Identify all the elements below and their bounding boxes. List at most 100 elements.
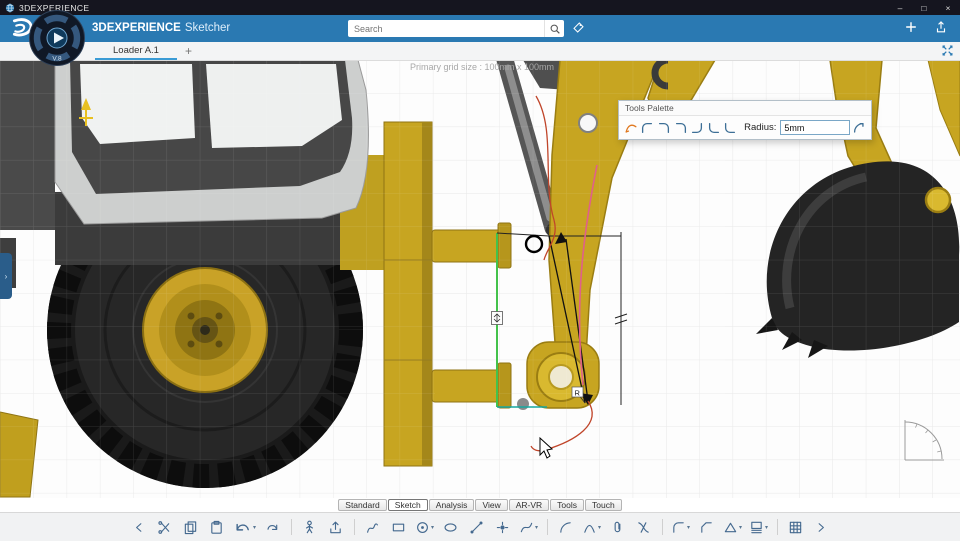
workbench-tabbar: Standard Sketch Analysis View AR-VR Tools Touc… (0, 498, 960, 512)
expand-button[interactable] (810, 516, 834, 538)
redo-button[interactable] (261, 516, 285, 538)
workbench-tab-sketch[interactable]: Sketch (387, 498, 428, 512)
plus-icon (906, 22, 916, 32)
ellipse-icon (443, 520, 458, 535)
grid-icon (788, 520, 803, 535)
tools-palette: Tools Palette Radius: (618, 100, 872, 140)
document-tabbar: Loader A.1 + (0, 42, 960, 61)
corner-trim-option-4-icon[interactable] (689, 119, 705, 136)
maximize-button[interactable]: □ (912, 0, 936, 15)
chamfer-button[interactable] (695, 516, 719, 538)
dropdown-caret-icon[interactable]: ▾ (253, 524, 256, 531)
rectangle-icon (391, 520, 406, 535)
sketch-arc-tool-icon[interactable] (623, 119, 639, 136)
trim-icon (636, 520, 651, 535)
tag-icon (573, 22, 584, 33)
dropdown-caret-icon[interactable]: ▾ (431, 524, 434, 531)
ellipse-button[interactable] (439, 516, 463, 538)
line-button[interactable] (465, 516, 489, 538)
corner-trim-option-6-icon[interactable] (723, 119, 739, 136)
dropdown-caret-icon[interactable]: ▾ (739, 524, 742, 531)
share-button[interactable] (934, 20, 948, 34)
tools-palette-title: Tools Palette (619, 101, 871, 116)
copy-button[interactable] (179, 516, 203, 538)
trim-button[interactable] (632, 516, 656, 538)
workbench-tab-touch[interactable]: Touch (585, 498, 622, 512)
manikin-button[interactable] (298, 516, 322, 538)
new-tab-button[interactable]: + (177, 42, 200, 60)
radius-input[interactable] (780, 120, 851, 135)
toolbar-separator (776, 519, 778, 535)
panel-collapse-handle[interactable]: › (0, 253, 12, 299)
radius-label: Radius: (744, 122, 777, 133)
collapse-button[interactable] (127, 516, 151, 538)
search-button[interactable] (544, 20, 564, 37)
workbench-tab-analysis[interactable]: Analysis (428, 498, 475, 512)
share-icon (936, 21, 946, 33)
close-button[interactable]: × (936, 0, 960, 15)
export-button[interactable] (324, 516, 348, 538)
workbench-tab-view[interactable]: View (475, 498, 508, 512)
conic-icon (582, 520, 597, 535)
attach-icon (610, 520, 625, 535)
layers-button[interactable]: ▾ (747, 516, 771, 538)
collapse-icon (131, 520, 146, 535)
layers-icon (749, 520, 764, 535)
grid-button[interactable] (784, 516, 808, 538)
attach-button[interactable] (606, 516, 630, 538)
fullscreen-button[interactable] (941, 44, 954, 60)
point-button[interactable] (491, 516, 515, 538)
add-content-button[interactable] (904, 20, 918, 34)
app-title: 3DEXPERIENCE Sketcher (92, 22, 230, 34)
product-name: Sketcher (184, 22, 231, 34)
triangle-icon (723, 520, 738, 535)
expand-arrows-icon (942, 45, 953, 56)
corner-trim-option-5-icon[interactable] (706, 119, 722, 136)
corner-trim-option-3-icon[interactable] (673, 119, 689, 136)
workbench-tab-tools[interactable]: Tools (550, 498, 585, 512)
tag-button[interactable] (572, 21, 585, 37)
corner-trim-option-1-icon[interactable] (640, 119, 656, 136)
cut-icon (157, 520, 172, 535)
dropdown-caret-icon[interactable]: ▾ (535, 524, 538, 531)
circle-button[interactable]: ▾ (413, 516, 437, 538)
search-input[interactable] (348, 23, 544, 34)
arc-button[interactable] (554, 516, 578, 538)
spline-button[interactable]: ▾ (517, 516, 541, 538)
circle-icon (415, 520, 430, 535)
dropdown-caret-icon[interactable]: ▾ (765, 524, 768, 531)
paste-button[interactable] (205, 516, 229, 538)
corner-icon (671, 520, 686, 535)
minimize-button[interactable]: – (888, 0, 912, 15)
profile-button[interactable] (361, 516, 385, 538)
workbench-tab-ar-vr[interactable]: AR-VR (508, 498, 550, 512)
auto-radius-icon[interactable] (851, 119, 867, 136)
brand-name: 3DEXPERIENCE (92, 22, 181, 34)
svg-text:R: R (575, 389, 581, 398)
redo-icon (265, 520, 280, 535)
profile-icon (365, 520, 380, 535)
dropdown-caret-icon[interactable]: ▾ (687, 524, 690, 531)
conic-button[interactable]: ▾ (580, 516, 604, 538)
spline-icon (519, 520, 534, 535)
image-grid-overlay (0, 60, 435, 498)
line-icon (469, 520, 484, 535)
arc-icon (558, 520, 573, 535)
compass-version: V.8 (52, 56, 62, 63)
3d-compass[interactable]: V.8 (28, 9, 86, 67)
manikin-icon (302, 520, 317, 535)
document-tab-loader[interactable]: Loader A.1 (95, 42, 177, 60)
toolbar-separator (290, 519, 292, 535)
rectangle-button[interactable] (387, 516, 411, 538)
undo-button[interactable]: ▾ (231, 516, 259, 538)
dropdown-caret-icon[interactable]: ▾ (598, 524, 601, 531)
sketch-viewport[interactable]: R Primary grid size : 100mm x 100mm › To… (0, 60, 960, 498)
triangle-button[interactable]: ▾ (721, 516, 745, 538)
search-bar (348, 20, 564, 37)
corner-button[interactable]: ▾ (669, 516, 693, 538)
undo-icon (233, 518, 252, 537)
corner-trim-option-2-icon[interactable] (656, 119, 672, 136)
cut-button[interactable] (153, 516, 177, 538)
export-icon (328, 520, 343, 535)
workbench-tab-standard[interactable]: Standard (338, 498, 387, 512)
